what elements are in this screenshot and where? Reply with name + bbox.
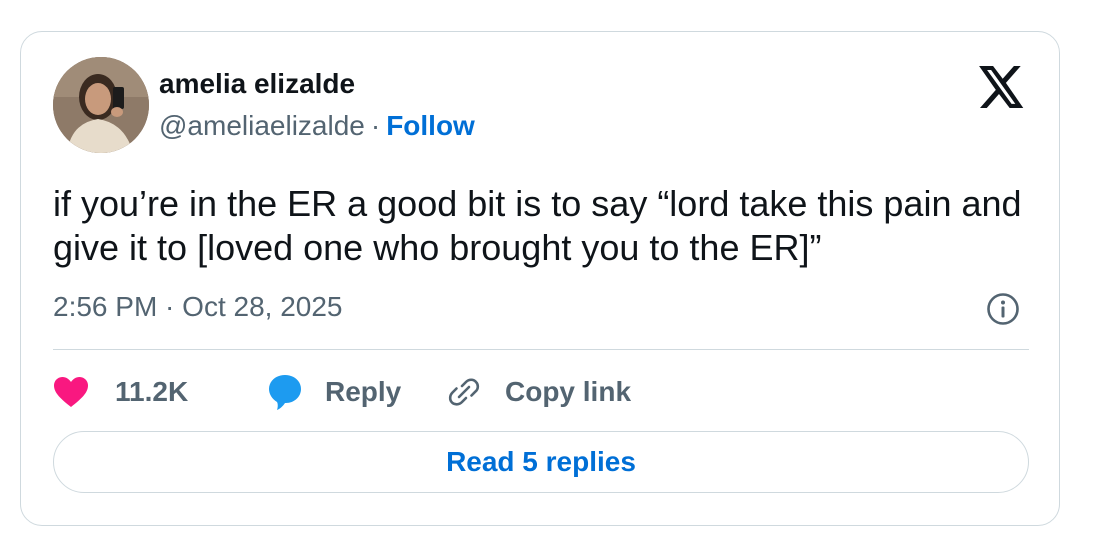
author-handle[interactable]: @ameliaelizalde	[159, 110, 365, 141]
tweet-card: amelia elizalde @ameliaelizalde · Follow i…	[20, 31, 1060, 526]
like-button[interactable]: 11.2K	[53, 369, 223, 415]
like-count: 11.2K	[115, 376, 189, 407]
separator-dot: ·	[370, 110, 381, 141]
avatar[interactable]	[53, 57, 149, 153]
author-handle-row: @ameliaelizalde · Follow	[159, 110, 475, 142]
author-name[interactable]: amelia elizalde	[159, 68, 355, 100]
info-icon[interactable]	[986, 292, 1020, 326]
copy-link-button[interactable]: Copy link	[447, 369, 647, 415]
heart-icon	[53, 376, 89, 408]
copy-link-label: Copy link	[505, 376, 632, 407]
tweet-timestamp[interactable]: 2:56 PM · Oct 28, 2025	[53, 291, 343, 323]
x-logo-icon[interactable]	[979, 66, 1025, 108]
speech-bubble-icon	[267, 373, 303, 411]
read-replies-button[interactable]: Read 5 replies	[53, 431, 1029, 493]
reply-button[interactable]: Reply	[267, 369, 417, 415]
avatar-photo	[53, 57, 149, 153]
reply-label: Reply	[325, 376, 402, 407]
divider	[53, 349, 1029, 350]
follow-button[interactable]: Follow	[386, 110, 475, 141]
tweet-text: if you’re in the ER a good bit is to say…	[53, 183, 1022, 268]
link-icon	[447, 375, 481, 409]
